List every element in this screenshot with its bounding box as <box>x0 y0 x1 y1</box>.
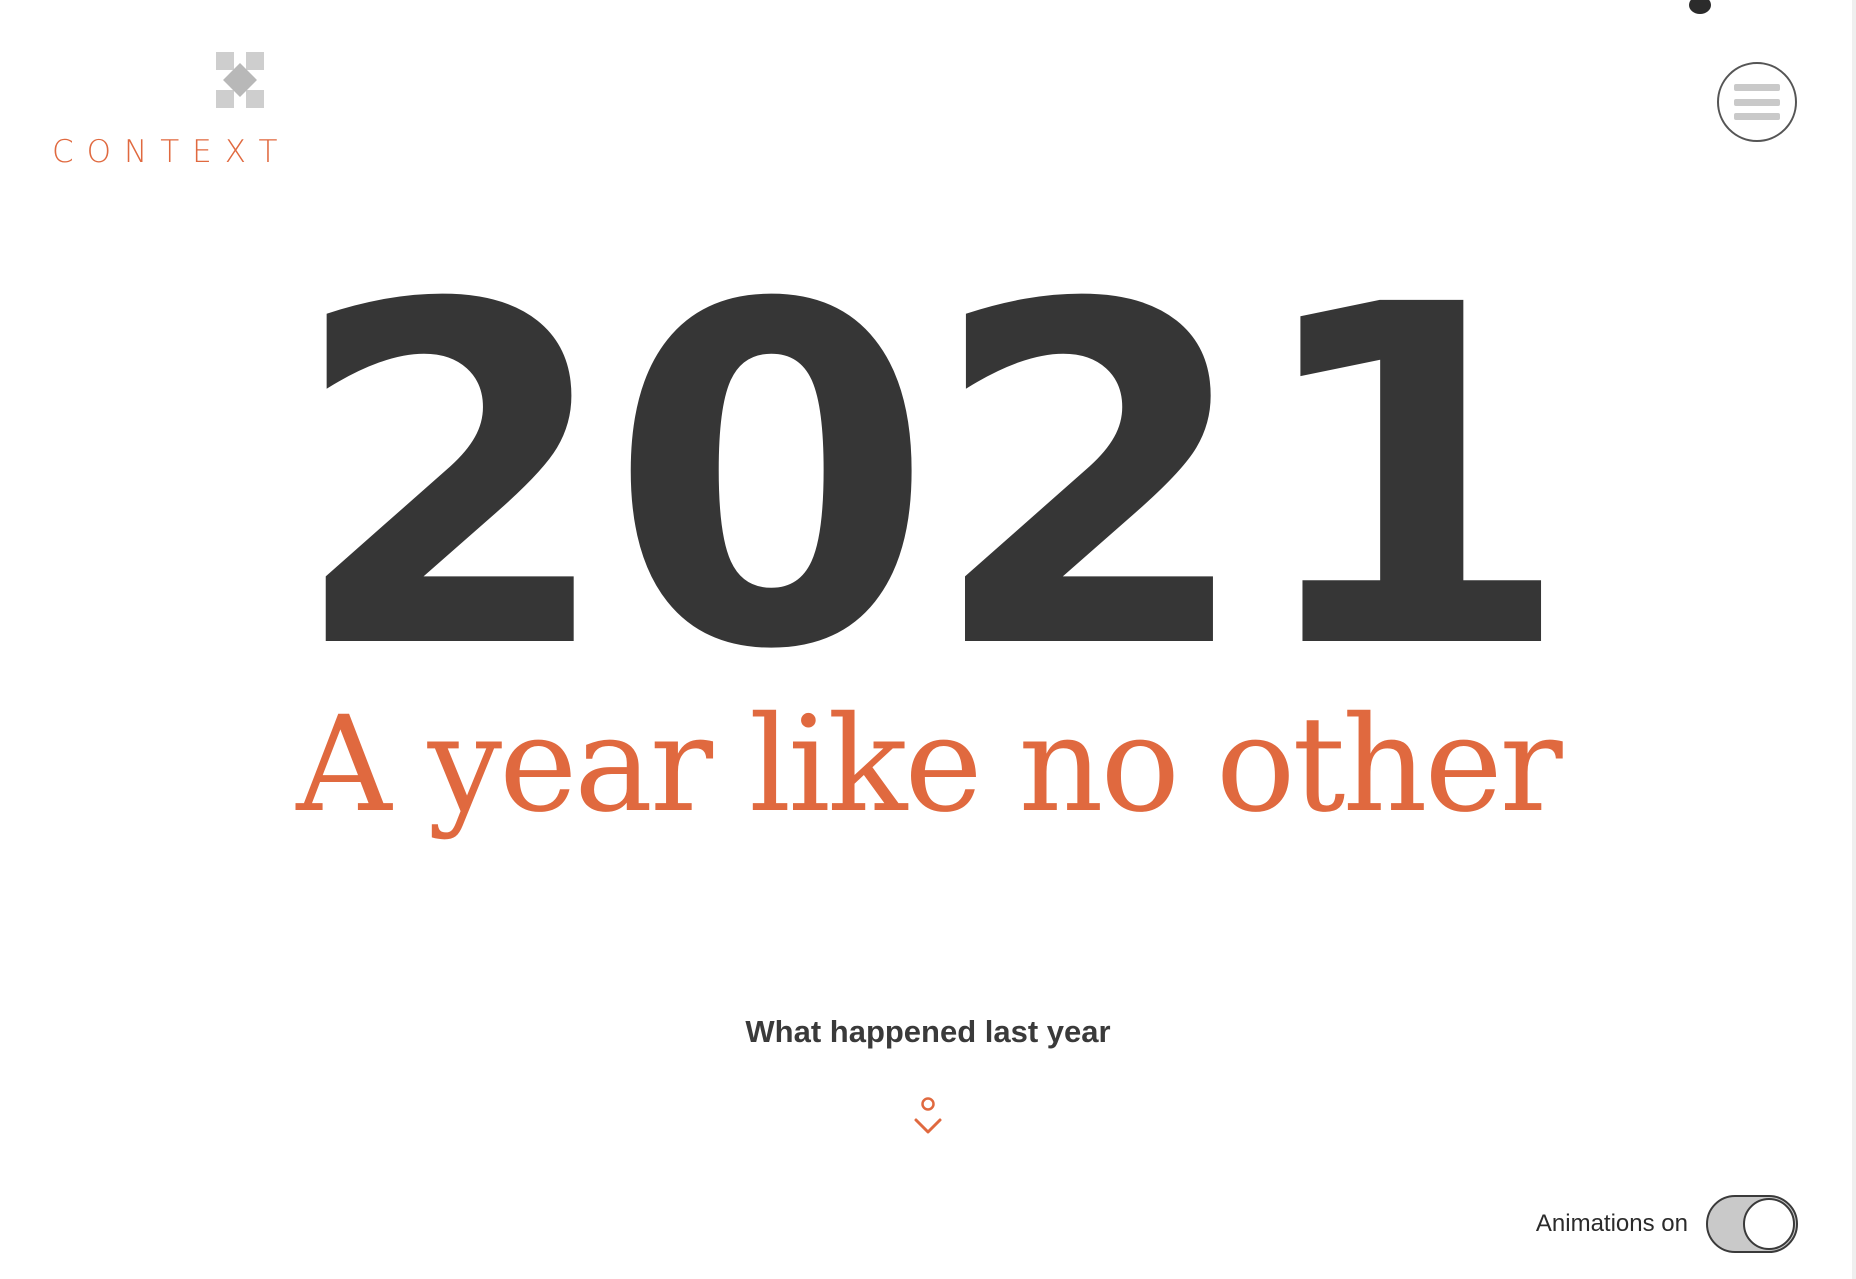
animations-label: Animations on <box>1535 1210 1688 1237</box>
x-cross-logo-icon <box>216 52 264 108</box>
toggle-knob <box>1743 1198 1795 1250</box>
hero-tagline: A year like no other <box>296 688 1562 842</box>
menu-button[interactable] <box>1717 62 1797 142</box>
site-logo[interactable]: CONTEXT <box>52 52 292 182</box>
brand-wordmark: CONTEXT <box>52 134 291 170</box>
what-happened-link[interactable]: What happened last year <box>0 1014 1856 1050</box>
animations-toggle[interactable] <box>1706 1195 1798 1253</box>
indicator-dot <box>1689 0 1711 14</box>
scroll-down-arrow-icon[interactable] <box>910 1094 946 1142</box>
hero-year: 2021 <box>288 208 1574 752</box>
animations-setting: Animations on <box>1536 1195 1798 1253</box>
hamburger-menu-icon <box>1734 84 1780 120</box>
